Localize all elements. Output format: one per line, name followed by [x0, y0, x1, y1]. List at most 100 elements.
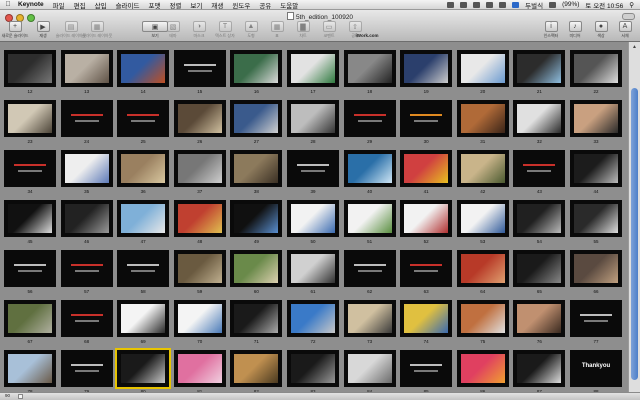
slide-thumbnail[interactable] [343, 250, 396, 287]
slide-thumbnail[interactable] [60, 200, 113, 237]
toolbar-button-play[interactable]: ▶ 재생 [30, 21, 56, 39]
slide-thumbnail[interactable] [173, 100, 226, 137]
slide-thumbnail[interactable] [456, 100, 509, 137]
slide-thumbnail[interactable] [230, 150, 283, 187]
slide-thumbnail[interactable] [513, 50, 566, 87]
slide-thumbnail[interactable] [4, 350, 56, 387]
apple-icon[interactable]:  [4, 1, 12, 8]
scroll-thumb[interactable] [631, 88, 638, 380]
slide-thumbnail[interactable] [456, 300, 509, 337]
slide-thumbnail[interactable] [4, 300, 56, 337]
toolbar-button-master[interactable]: ▦ 슬라이드 레이아웃 [82, 21, 112, 39]
menu-format[interactable]: 포맷 [148, 0, 160, 10]
slide-thumbnail[interactable] [117, 250, 170, 287]
toolbar-button-colors[interactable]: ● 색상 [588, 21, 614, 39]
app-menu[interactable]: Keynote [18, 1, 44, 8]
menu-share[interactable]: 공유 [259, 0, 271, 10]
slide-thumbnail[interactable] [287, 50, 339, 87]
slide-thumbnail[interactable] [4, 50, 56, 87]
slide-thumbnail[interactable] [343, 350, 396, 387]
slide-thumbnail[interactable] [230, 250, 283, 287]
battery-icon[interactable] [549, 1, 557, 8]
time-machine-icon[interactable] [460, 1, 468, 8]
slide-thumbnail[interactable] [513, 350, 566, 387]
menu-help[interactable]: 도움말 [280, 0, 298, 10]
toolbar-button-shapes[interactable]: ▲ 도형 [238, 21, 264, 39]
toolbar-button-themes[interactable]: ▧ 테마 [160, 21, 186, 39]
slide-thumbnail[interactable] [4, 200, 56, 237]
toolbar-button-table[interactable]: ▦ 표 [264, 21, 290, 39]
toolbar-button-layout[interactable]: ▤ 슬라이드 레이아웃 [56, 21, 86, 39]
slide-thumbnail[interactable] [570, 50, 622, 87]
slide-thumbnail[interactable] [173, 350, 226, 387]
zoom-stepper[interactable] [18, 394, 23, 399]
slide-thumbnail[interactable] [173, 300, 226, 337]
slide-thumbnail[interactable] [230, 50, 283, 87]
toolbar-button-comment[interactable]: ▭ 코멘트 [316, 21, 342, 39]
slide-thumbnail[interactable] [117, 50, 170, 87]
toolbar-toggle-button[interactable] [622, 13, 635, 20]
slide-thumbnail[interactable] [343, 150, 396, 187]
slide-thumbnail[interactable] [117, 200, 170, 237]
slide-thumbnail[interactable] [4, 150, 56, 187]
slide-thumbnail[interactable] [4, 100, 56, 137]
slide-thumbnail[interactable] [456, 250, 509, 287]
slide-thumbnail[interactable] [230, 200, 283, 237]
flag-icon[interactable] [512, 1, 520, 8]
vertical-scrollbar[interactable]: ▲ [628, 42, 640, 392]
slide-thumbnail[interactable] [456, 50, 509, 87]
slide-thumbnail[interactable] [400, 200, 453, 237]
slide-thumbnail[interactable] [60, 100, 113, 137]
slide-thumbnail[interactable] [287, 100, 339, 137]
menu-view[interactable]: 보기 [190, 0, 202, 10]
toolbar-button-chart[interactable]: ▇ 차트 [290, 21, 316, 39]
slide-thumbnail[interactable] [513, 150, 566, 187]
slide-thumbnail[interactable] [60, 50, 113, 87]
slide-thumbnail[interactable] [287, 350, 339, 387]
slide-thumbnail[interactable] [287, 300, 339, 337]
slide-thumbnail[interactable] [456, 200, 509, 237]
iwork-button[interactable]: iWork.com [352, 33, 382, 38]
slide-thumbnail[interactable] [60, 150, 113, 187]
slide-thumbnail[interactable] [230, 100, 283, 137]
slide-thumbnail[interactable] [400, 250, 453, 287]
slide-thumbnail[interactable] [456, 350, 509, 387]
volume-icon[interactable] [499, 1, 507, 8]
input-method[interactable]: 두벌식 [525, 0, 543, 10]
menu-play[interactable]: 재생 [211, 0, 223, 10]
slide-thumbnail[interactable] [400, 300, 453, 337]
slide-thumbnail[interactable] [60, 250, 113, 287]
slide-thumbnail[interactable] [456, 150, 509, 187]
slide-thumbnail[interactable] [60, 300, 113, 337]
slide-thumbnail[interactable] [400, 350, 453, 387]
slide-thumbnail[interactable] [513, 100, 566, 137]
zoom-level[interactable]: 90 [5, 393, 10, 398]
toolbar-button-textbox[interactable]: T 텍스트 상자 [212, 21, 238, 39]
clock[interactable]: 토 오전 10:56 [585, 0, 623, 10]
slide-thumbnail[interactable] [513, 250, 566, 287]
slide-thumbnail[interactable] [343, 200, 396, 237]
slide-thumbnail[interactable] [400, 100, 453, 137]
slide-thumbnail[interactable] [343, 50, 396, 87]
slide-thumbnail[interactable] [287, 150, 339, 187]
slide-thumbnail[interactable] [513, 200, 566, 237]
wifi-icon[interactable] [486, 1, 494, 8]
slide-thumbnail[interactable] [570, 200, 622, 237]
toolbar-button-inspector[interactable]: i 인스펙터 [538, 21, 564, 39]
menu-edit[interactable]: 편집 [74, 0, 86, 10]
menu-window[interactable]: 윈도우 [232, 0, 250, 10]
slide-thumbnail[interactable] [400, 150, 453, 187]
slide-thumbnail[interactable] [570, 150, 622, 187]
toolbar-button-fonts[interactable]: A 서체 [612, 21, 638, 39]
slide-thumbnail[interactable] [287, 250, 339, 287]
slide-thumbnail[interactable] [570, 300, 622, 337]
slide-thumbnail[interactable] [343, 100, 396, 137]
slide-thumbnail[interactable] [60, 350, 113, 387]
bluetooth-icon[interactable] [473, 1, 481, 8]
slide-thumbnail[interactable] [343, 300, 396, 337]
menu-file[interactable]: 파일 [53, 0, 65, 10]
dropbox-icon[interactable] [447, 1, 455, 8]
toolbar-button-mask[interactable]: ◑ 마스크 [186, 21, 212, 39]
slide-thumbnail[interactable]: Thankyou [570, 350, 622, 387]
slide-thumbnail[interactable] [173, 200, 226, 237]
